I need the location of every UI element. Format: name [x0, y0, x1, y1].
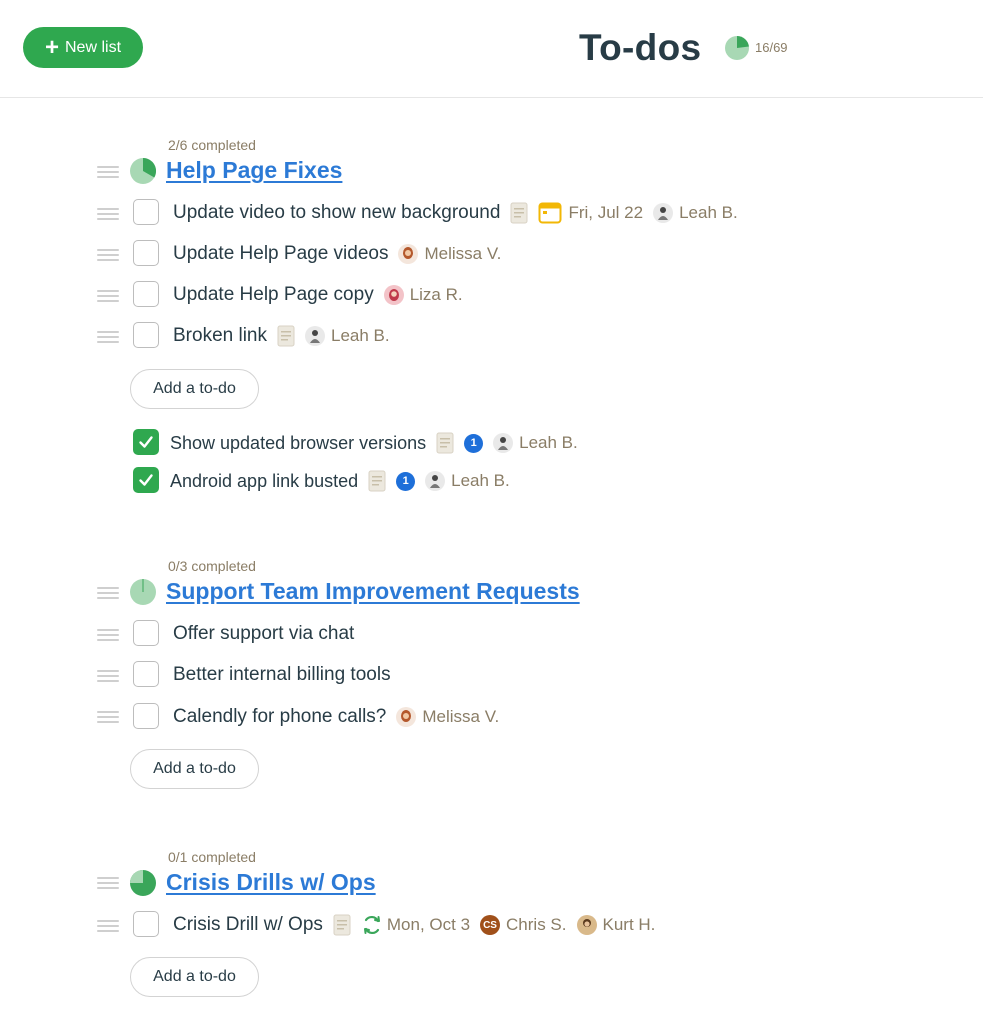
todo-checkbox[interactable]: [133, 240, 159, 266]
add-todo-button[interactable]: Add a to-do: [130, 369, 259, 409]
list-progress-pie-icon: [130, 870, 156, 896]
avatar: [396, 707, 417, 727]
assignee-name: Liza R.: [409, 285, 463, 304]
avatar: [425, 471, 446, 491]
check-icon: [139, 436, 153, 448]
drag-handle-icon[interactable]: [97, 249, 119, 261]
list-progress-pie-icon: [130, 579, 156, 605]
avatar: [576, 915, 597, 935]
list-title-link[interactable]: Help Page Fixes: [166, 157, 342, 184]
drag-handle-icon[interactable]: [97, 920, 119, 932]
assignee-name: Kurt H.: [602, 915, 656, 934]
avatar: [305, 326, 325, 346]
todo-checkbox[interactable]: [133, 911, 159, 937]
comment-count-badge: 1: [464, 433, 484, 453]
note-icon: [368, 470, 386, 492]
avatar: [398, 244, 419, 264]
completed-count: 2/6 completed: [168, 137, 256, 153]
comment-count-badge: 1: [396, 471, 416, 491]
todo-text: Better internal billing tools: [173, 664, 391, 685]
assignee-name: Melissa V.: [422, 707, 500, 726]
todo-text: Show updated browser versions: [170, 432, 427, 453]
drag-handle-icon[interactable]: [97, 711, 119, 723]
note-icon: [510, 202, 528, 224]
todo-item[interactable]: Update Help Page copy Liza R.: [173, 282, 473, 308]
note-icon: [436, 432, 454, 454]
todo-checkbox[interactable]: [133, 281, 159, 307]
avatar: CS: [480, 915, 501, 935]
avatar: [493, 433, 514, 453]
list-title-link[interactable]: Support Team Improvement Requests: [166, 578, 580, 605]
assignee-name: Melissa V.: [424, 244, 502, 263]
todo-text: Crisis Drill w/ Ops: [173, 914, 323, 935]
drag-handle-icon[interactable]: [97, 587, 119, 599]
todo-item[interactable]: Update video to show new background Fri,…: [173, 200, 748, 226]
completed-todo-item[interactable]: Show updated browser versions 1 Leah B.: [170, 430, 588, 456]
todo-text: Android app link busted: [170, 470, 359, 491]
note-icon: [277, 325, 295, 347]
avatar: [653, 203, 674, 223]
avatar: [383, 285, 404, 305]
drag-handle-icon[interactable]: [97, 331, 119, 343]
todo-item[interactable]: Offer support via chat: [173, 621, 364, 647]
completed-todo-item[interactable]: Android app link busted 1 Leah B.: [170, 468, 520, 494]
todo-checkbox[interactable]: [133, 620, 159, 646]
assignee-name: Leah B.: [519, 433, 578, 452]
add-todo-button[interactable]: Add a to-do: [130, 749, 259, 789]
completed-count: 0/1 completed: [168, 849, 256, 865]
drag-handle-icon[interactable]: [97, 629, 119, 641]
calendar-icon: [538, 202, 562, 224]
todo-text: Calendly for phone calls?: [173, 706, 387, 727]
plus-icon: +: [44, 33, 59, 61]
assignee-name: Leah B.: [331, 326, 390, 345]
completed-count: 0/3 completed: [168, 558, 256, 574]
todo-checkbox[interactable]: [133, 322, 159, 348]
drag-handle-icon[interactable]: [97, 877, 119, 889]
drag-handle-icon[interactable]: [97, 290, 119, 302]
todo-item[interactable]: Calendly for phone calls? Melissa V.: [173, 704, 509, 730]
todo-text: Update Help Page videos: [173, 243, 389, 264]
todo-item[interactable]: Better internal billing tools: [173, 662, 401, 688]
assignee-name: Leah B.: [679, 203, 738, 222]
list-title-link[interactable]: Crisis Drills w/ Ops: [166, 869, 376, 896]
assignee-name: Chris S.: [506, 915, 567, 934]
todo-checkbox[interactable]: [133, 661, 159, 687]
drag-handle-icon[interactable]: [97, 670, 119, 682]
todo-text: Update video to show new background: [173, 202, 501, 223]
todo-item[interactable]: Update Help Page videos Melissa V.: [173, 241, 511, 267]
note-icon: [333, 914, 351, 936]
progress-pie-icon: [725, 36, 749, 60]
top-bar: + New list To-dos 16/69: [0, 0, 983, 98]
drag-handle-icon[interactable]: [97, 166, 119, 178]
drag-handle-icon[interactable]: [97, 208, 119, 220]
todo-item[interactable]: Broken link Leah B.: [173, 323, 400, 349]
todo-checkbox-checked[interactable]: [133, 429, 159, 455]
check-icon: [139, 474, 153, 486]
new-list-label: New list: [65, 38, 122, 56]
new-list-button[interactable]: + New list: [23, 27, 143, 68]
add-todo-button[interactable]: Add a to-do: [130, 957, 259, 997]
todo-text: Offer support via chat: [173, 623, 355, 644]
todo-checkbox[interactable]: [133, 703, 159, 729]
todo-checkbox[interactable]: [133, 199, 159, 225]
repeat-icon: [363, 915, 380, 935]
list-progress-pie-icon: [130, 157, 157, 184]
todo-text: Update Help Page copy: [173, 284, 374, 305]
todo-text: Broken link: [173, 325, 267, 346]
todo-item[interactable]: Crisis Drill w/ Ops Mon, Oct 3 CS Chris …: [173, 912, 665, 938]
page-title: To-dos: [579, 27, 702, 68]
assignee-name: Leah B.: [451, 471, 510, 490]
progress-count: 16/69: [755, 40, 788, 55]
todo-checkbox-checked[interactable]: [133, 467, 159, 493]
due-date: Fri, Jul 22: [568, 203, 644, 222]
due-date: Mon, Oct 3: [386, 915, 471, 934]
